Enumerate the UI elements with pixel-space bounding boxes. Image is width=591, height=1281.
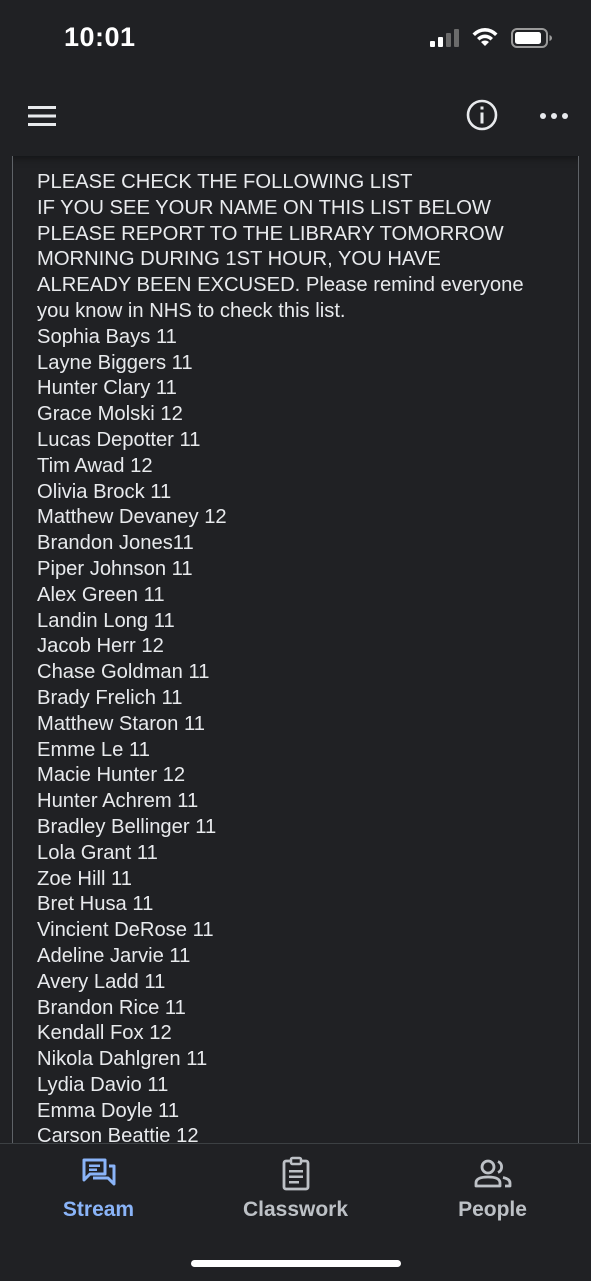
menu-icon (28, 106, 56, 126)
stream-icon (82, 1158, 115, 1186)
student-name-item: Brandon Rice 11 (37, 996, 186, 1019)
info-button[interactable] (464, 97, 500, 133)
student-name-item: Lydia Davio 11 (37, 1073, 169, 1096)
tab-people[interactable]: People (394, 1156, 591, 1236)
student-name-item: Emma Doyle 11 (37, 1099, 180, 1122)
student-name-item: Hunter Clary 11 (37, 377, 177, 400)
info-icon (466, 99, 498, 131)
student-name-item: Grace Molski 12 (37, 403, 183, 426)
tab-stream-label: Stream (62, 1198, 135, 1221)
battery-icon (511, 28, 552, 48)
status-bar: 10:01 (0, 0, 591, 80)
student-name-item: Tim Awad 12 (37, 454, 153, 477)
student-name-item: Hunter Achrem 11 (37, 790, 199, 813)
student-name-item: Bret Husa 11 (37, 893, 154, 916)
announcement-intro-line: PLEASE REPORT TO THE LIBRARY TOMORROW (37, 222, 504, 245)
student-name-item: Emme Le 11 (37, 738, 150, 761)
tab-stream[interactable]: Stream (0, 1156, 197, 1236)
student-name-item: Landin Long 11 (37, 609, 175, 632)
student-name-item: Jacob Herr 12 (37, 635, 164, 658)
student-name-item: Alex Green 11 (37, 583, 165, 606)
announcement-card: PLEASE CHECK THE FOLLOWING LIST IF YOU S… (12, 156, 579, 1144)
student-name-item: Brandon Jones11 (37, 532, 194, 555)
student-name-item: Sophia Bays 11 (37, 325, 177, 348)
student-name-item: Nikola Dahlgren 11 (37, 1048, 208, 1071)
student-name-item: Adeline Jarvie 11 (37, 944, 191, 967)
student-name-item: Matthew Devaney 12 (37, 506, 227, 529)
student-name-item: Carson Beattie 12 (37, 1125, 199, 1144)
student-name-item: Zoe Hill 11 (37, 867, 132, 890)
more-options-icon (540, 113, 568, 119)
student-name-item: Bradley Bellinger 11 (37, 815, 217, 838)
student-name-item: Chase Goldman 11 (37, 661, 210, 684)
cellular-signal-icon (430, 29, 459, 47)
app-bar (0, 80, 591, 152)
announcement-intro-line: PLEASE CHECK THE FOLLOWING LIST (37, 171, 413, 193)
student-name-item: Piper Johnson 11 (37, 557, 193, 580)
student-name-item: Avery Ladd 11 (37, 970, 166, 993)
student-name-item: Kendall Fox 12 (37, 1022, 172, 1045)
more-options-button[interactable] (537, 102, 571, 130)
status-time: 10:01 (64, 22, 136, 52)
student-name-item: Olivia Brock 11 (37, 480, 172, 503)
announcement-intro-line: IF YOU SEE YOUR NAME ON THIS LIST BELOW (37, 196, 491, 219)
student-name-item: Matthew Staron 11 (37, 712, 205, 735)
announcement-intro-line: MORNING DURING 1ST HOUR, YOU HAVE (37, 248, 441, 271)
wifi-icon (472, 28, 498, 46)
people-icon (474, 1159, 511, 1188)
tab-people-label: People (458, 1198, 527, 1221)
student-name-item: Macie Hunter 12 (37, 764, 186, 787)
classwork-icon (282, 1156, 309, 1191)
home-indicator[interactable] (191, 1260, 401, 1267)
tab-classwork[interactable]: Classwork (197, 1156, 394, 1236)
student-name-item: Lucas Depotter 11 (37, 428, 201, 451)
menu-button[interactable] (26, 100, 58, 132)
student-name-item: Brady Frelich 11 (37, 686, 183, 709)
student-name-item: Lola Grant 11 (37, 841, 158, 864)
announcement-intro-line: you know in NHS to check this list. (37, 299, 346, 322)
tab-classwork-label: Classwork (242, 1198, 349, 1221)
student-name-item: Layne Biggers 11 (37, 351, 193, 374)
announcement-intro-line: ALREADY BEEN EXCUSED. Please remind ever… (37, 274, 524, 297)
student-name-item: Vincient DeRose 11 (37, 919, 214, 942)
announcement-body: PLEASE CHECK THE FOLLOWING LIST IF YOU S… (37, 170, 557, 1144)
status-icons (429, 28, 553, 48)
